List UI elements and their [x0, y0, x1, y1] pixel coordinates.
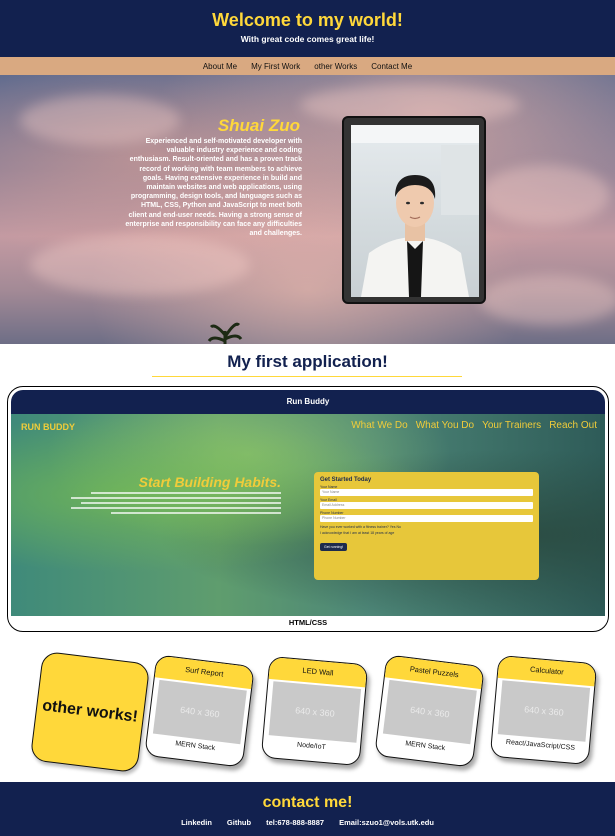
- work-card-pastel-puzzels[interactable]: Pastel Puzzels 640 x 360 MERN Stack: [374, 654, 485, 768]
- other-works-label: other works!: [41, 697, 139, 726]
- main-nav: About Me My First Work other Works Conta…: [0, 57, 615, 75]
- site-title: Welcome to my world!: [212, 10, 403, 30]
- github-link[interactable]: Github: [227, 818, 251, 827]
- run-buddy-signup-form: Get Started Today Your Name Your Name Yo…: [314, 472, 539, 580]
- section-divider: [152, 376, 462, 377]
- nav-link-about-me[interactable]: About Me: [203, 62, 237, 71]
- run-buddy-title-bar: Run Buddy: [11, 390, 605, 414]
- cloud-shape: [480, 275, 615, 325]
- run-buddy-nav: What We Do What You Do Your Trainers Rea…: [351, 420, 597, 431]
- profile-name: Shuai Zuo: [217, 116, 300, 135]
- plant-silhouette-icon: [207, 322, 243, 344]
- about-me-hero: Shuai Zuo Experienced and self-motivated…: [0, 75, 615, 344]
- run-buddy-headline: Start Building Habits.: [138, 474, 281, 490]
- contact-links: Linkedin Github tel:678-888-8887 Email:s…: [0, 818, 615, 827]
- form-title: Get Started Today: [320, 477, 372, 483]
- work-card-image-placeholder: 640 x 360: [152, 679, 247, 745]
- email-link[interactable]: Email:szuo1@vols.utk.edu: [339, 818, 434, 827]
- work-card-image-placeholder: 640 x 360: [268, 681, 362, 743]
- run-buddy-nav-item: Reach Out: [549, 420, 597, 431]
- other-works-badge: other works!: [29, 650, 151, 774]
- first-application-heading: My first application!: [227, 352, 388, 371]
- run-buddy-nav-item: What We Do: [351, 420, 408, 431]
- work-card-image-placeholder: 640 x 360: [382, 679, 477, 745]
- form-yes-option: Yes: [389, 525, 396, 529]
- run-buddy-body-text: [71, 492, 281, 518]
- person-portrait-icon: [351, 125, 479, 297]
- work-card-surf-report[interactable]: Surf Report 640 x 360 MERN Stack: [144, 654, 255, 768]
- run-buddy-screenshot[interactable]: RUN BUDDY What We Do What You Do Your Tr…: [11, 414, 605, 616]
- nav-link-my-first-work[interactable]: My First Work: [251, 62, 300, 71]
- contact-footer: contact me! Linkedin Github tel:678-888-…: [0, 782, 615, 836]
- form-name-input: Your Name: [320, 489, 533, 496]
- form-submit-button: Get running!: [320, 543, 348, 551]
- form-age-checkbox: I acknowledge that I am at least 18 year…: [320, 531, 395, 535]
- work-card-image-placeholder: 640 x 360: [497, 680, 591, 742]
- contact-heading: contact me!: [262, 794, 353, 811]
- profile-photo: [351, 125, 479, 297]
- run-buddy-tech-stack: HTML/CSS: [288, 618, 328, 627]
- work-card-calculator[interactable]: Calculator 640 x 360 React/JavaScript/CS…: [489, 654, 598, 766]
- text-lines-placeholder: [71, 492, 281, 514]
- run-buddy-card[interactable]: Run Buddy RUN BUDDY What We Do What You …: [7, 386, 609, 632]
- site-tagline: With great code comes great life!: [240, 34, 375, 44]
- form-trainer-question: Have you ever worked with a fitness trai…: [320, 525, 533, 529]
- cloud-shape: [30, 235, 250, 295]
- profile-bio: Experienced and self-motivated developer…: [125, 138, 302, 238]
- run-buddy-nav-item: Your Trainers: [482, 420, 542, 431]
- linkedin-link[interactable]: Linkedin: [181, 818, 212, 827]
- form-no-option: No: [396, 525, 401, 529]
- run-buddy-logo: RUN BUDDY: [21, 422, 75, 432]
- site-header: Welcome to my world! With great code com…: [0, 0, 615, 57]
- phone-link[interactable]: tel:678-888-8887: [266, 818, 324, 827]
- form-phone-input: Phone Number: [320, 515, 533, 522]
- profile-photo-frame: [342, 116, 486, 304]
- form-question-text: Have you ever worked with a fitness trai…: [320, 525, 389, 529]
- nav-link-contact-me[interactable]: Contact Me: [371, 62, 412, 71]
- form-email-input: Email Address: [320, 502, 533, 509]
- cloud-shape: [480, 165, 610, 225]
- run-buddy-nav-item: What You Do: [415, 420, 475, 431]
- work-card-led-wall[interactable]: LED Wall 640 x 360 Node/IoT: [260, 655, 369, 767]
- nav-link-other-works[interactable]: other Works: [314, 62, 357, 71]
